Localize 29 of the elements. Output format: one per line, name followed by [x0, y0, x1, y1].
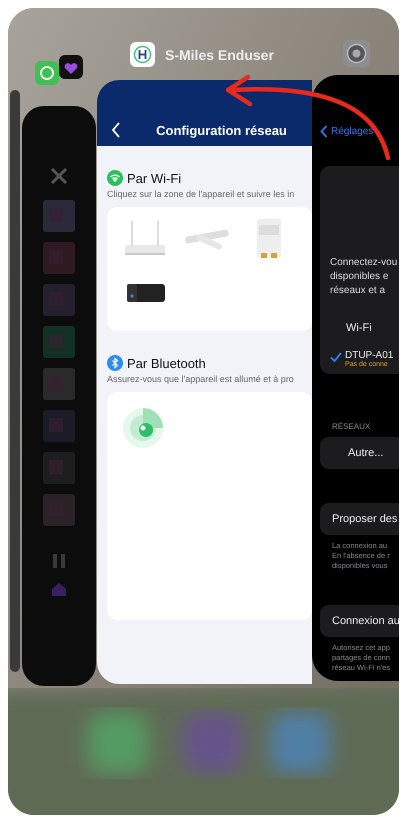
wifi-icon	[107, 170, 123, 186]
app-icon[interactable]	[130, 42, 155, 67]
section-title: Par Wi-Fi	[127, 170, 182, 186]
section-hint: Cliquez sur la zone de l'appareil et suivre les in	[107, 189, 296, 199]
wifi-label: Wi-Fi	[346, 322, 373, 334]
app-card[interactable]: Configuration réseau Par Wi-Fi Cliquez sur la zone de l'appareil et suivre les in Par Bluetooth Assurez-vous que l'appareil est allumé et à pro	[97, 80, 312, 684]
intro-text: disponibles e	[330, 270, 390, 284]
back-icon	[320, 125, 328, 138]
other-network-button[interactable]: Autre...	[320, 437, 399, 469]
pause-icon	[53, 554, 65, 568]
back-link[interactable]: Réglages	[331, 126, 374, 137]
screen-title: Configuration réseau	[155, 123, 288, 138]
option-row[interactable]: Connexion au	[320, 605, 399, 637]
app-name: S-Miles Enduser	[165, 46, 274, 62]
network-name[interactable]: DTUP-A01	[345, 350, 394, 361]
home-icon	[51, 582, 67, 596]
section-header: RÉSEAUX	[332, 422, 372, 431]
bluetooth-icon	[107, 355, 123, 371]
chat-app-icon[interactable]	[35, 55, 83, 85]
option-row[interactable]: Proposer des	[320, 503, 399, 535]
back-icon[interactable]	[111, 122, 121, 138]
intro-text: réseaux et a	[330, 284, 386, 298]
settings-icon[interactable]	[343, 40, 370, 67]
section-hint: Assurez-vous que l'appareil est allumé et à pro	[107, 374, 295, 384]
radar-icon	[121, 406, 165, 450]
close-icon	[49, 166, 69, 186]
section-title: Par Bluetooth	[127, 356, 206, 370]
device-panel[interactable]	[107, 207, 312, 331]
intro-text: Connectez-vou	[330, 256, 398, 270]
